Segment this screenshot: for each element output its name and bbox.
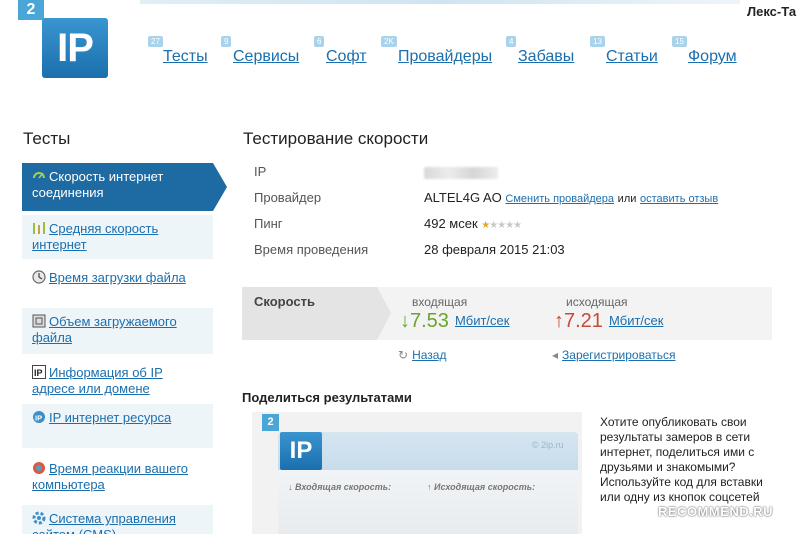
widget-logo: IP — [280, 432, 322, 470]
sidebar-item-average-speed[interactable]: Средняя скорость интернет — [22, 215, 213, 259]
register-link[interactable]: ◂ Зарегистрироваться — [552, 348, 676, 362]
change-provider-link[interactable]: Сменить провайдера — [505, 193, 614, 205]
svg-text:IP: IP — [34, 368, 43, 378]
ip-label: IP — [254, 164, 267, 179]
provider-value: ALTEL4G AO — [424, 190, 502, 205]
leave-review-link[interactable]: оставить отзыв — [640, 193, 718, 205]
download-unit-link[interactable]: Мбит/сек — [455, 313, 510, 328]
nav-forum[interactable]: Форум — [688, 48, 737, 66]
nav-articles[interactable]: Статьи — [606, 48, 658, 66]
provider-label: Провайдер — [254, 190, 322, 205]
widget-header — [278, 432, 578, 470]
watermark: RECOMMEND.RU — [658, 504, 774, 519]
nav-badge-fun: 4 — [506, 36, 517, 47]
speed-result-panel: Скорость входящая ↓7.53 Мбит/сек исходяща… — [242, 287, 772, 340]
ip-value-blurred — [424, 166, 498, 179]
widget-upload-label: ↑ Исходящая скорость: — [427, 482, 536, 492]
file-icon — [32, 314, 46, 328]
widget-site: © 2ip.ru — [532, 440, 564, 450]
sidebar-item-speed[interactable]: Скорость интернет соединения — [22, 163, 213, 211]
cms-icon — [32, 511, 46, 525]
logo-badge: 2 — [18, 0, 44, 20]
sidebar-item-ip-info[interactable]: IP Информация об IP адресе или домене — [22, 359, 213, 403]
register-icon: ◂ — [552, 348, 559, 362]
upload-label: исходящая — [566, 295, 628, 309]
nav-soft[interactable]: Софт — [326, 48, 367, 66]
clock-icon — [32, 270, 46, 284]
active-item-pointer — [213, 163, 227, 211]
provider-row: ALTEL4G AO Сменить провайдера или остави… — [424, 190, 718, 205]
speed-label: Скорость — [254, 294, 315, 309]
nav-badge-tests: 27 — [148, 36, 163, 47]
nav-badge-forum: 15 — [672, 36, 687, 47]
time-value: 28 февраля 2015 21:03 — [424, 242, 565, 257]
sidebar-title: Тесты — [23, 129, 71, 148]
reaction-icon — [33, 462, 45, 474]
ip-value — [424, 164, 498, 179]
ping-label: Пинг — [254, 216, 283, 231]
nav-providers[interactable]: Провайдеры — [398, 48, 492, 66]
rating-star: ★ — [497, 220, 506, 231]
site-logo[interactable]: IP — [42, 18, 108, 78]
ip-resource-icon: IP — [33, 411, 45, 423]
speed-icon — [33, 172, 45, 179]
back-link[interactable]: ↻ Назад — [398, 348, 446, 362]
ip-info-icon: IP — [32, 365, 46, 379]
page-title: Тестирование скорости — [243, 129, 429, 148]
nav-fun[interactable]: Забавы — [518, 48, 574, 66]
nav-badge-providers: 2K — [381, 36, 397, 47]
speed-label-arrow — [377, 287, 391, 340]
nav-tests[interactable]: Тесты — [163, 48, 208, 66]
download-arrow-icon: ↓ — [400, 310, 410, 332]
nav-badge-soft: 6 — [314, 36, 325, 47]
upload-speed: ↑7.21 Мбит/сек — [554, 310, 663, 333]
sidebar-item-ip-resource[interactable]: IP IP интернет ресурса — [22, 404, 213, 448]
share-title: Поделиться результатами — [242, 390, 412, 405]
share-description: Хотите опубликовать свои результаты заме… — [600, 415, 763, 504]
ping-row: 492 мсек ★★★★★ — [424, 216, 522, 231]
ping-rating-stars: ★★★★★ — [481, 220, 522, 231]
download-label: входящая — [412, 295, 468, 309]
download-speed: ↓7.53 Мбит/сек — [400, 310, 509, 333]
sidebar-item-download-time[interactable]: Время загрузки файла — [22, 264, 213, 292]
download-value: 7.53 — [410, 310, 449, 332]
nav-services[interactable]: Сервисы — [233, 48, 299, 66]
top-strip — [140, 0, 740, 4]
nav-badge-articles: 13 — [590, 36, 605, 47]
ping-value: 492 мсек — [424, 216, 478, 231]
widget-body — [278, 470, 578, 534]
upload-value: 7.21 — [564, 310, 603, 332]
svg-text:IP: IP — [35, 414, 42, 423]
widget-logo-badge: 2 — [262, 414, 279, 431]
sidebar-item-reaction-time[interactable]: Время реакции вашего компьютера — [22, 455, 213, 499]
upload-unit-link[interactable]: Мбит/сек — [609, 313, 664, 328]
upload-arrow-icon: ↑ — [554, 310, 564, 332]
user-name[interactable]: Лекс-Та — [747, 4, 796, 19]
sidebar-item-cms[interactable]: Система управления сайтом (CMS) — [22, 505, 213, 534]
rating-star: ★ — [505, 220, 514, 231]
back-icon: ↻ — [398, 348, 409, 362]
or-text: или — [617, 193, 637, 205]
sidebar-item-file-size[interactable]: Объем загружаемого файла — [22, 308, 213, 354]
widget-download-label: ↓ Входящая скорость: — [288, 482, 392, 492]
nav-badge-services: 9 — [221, 36, 232, 47]
rating-star: ★ — [513, 220, 522, 231]
bars-icon — [33, 222, 45, 234]
time-label: Время проведения — [254, 242, 369, 257]
